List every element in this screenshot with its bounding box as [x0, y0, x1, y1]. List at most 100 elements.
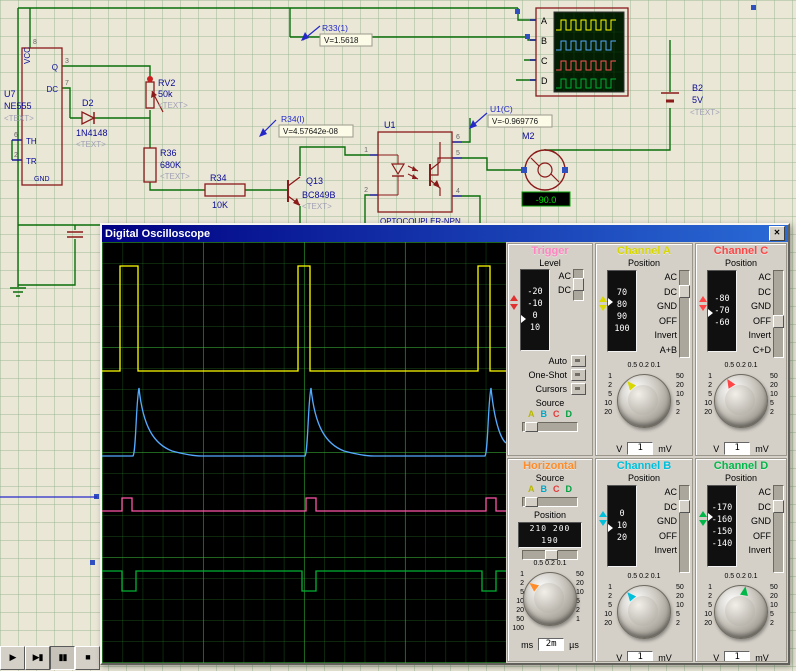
horizontal-position-slider[interactable]	[522, 550, 578, 560]
arrow-up-icon[interactable]	[599, 511, 607, 517]
auto-button[interactable]	[571, 355, 586, 367]
channel-c-scale-display: 1	[724, 442, 750, 455]
channel-d-coupling-slider[interactable]	[773, 485, 784, 573]
scope-controls: Trigger Level -20 -10 0 10 AC DC	[506, 242, 788, 663]
unit-right-label: mV	[658, 444, 672, 454]
capacitor[interactable]	[67, 232, 83, 237]
probe-r33-label: R33(1)	[322, 23, 348, 33]
timebase-knob[interactable]	[523, 572, 577, 626]
trigger-coupling-slider[interactable]	[573, 269, 584, 301]
component-U7[interactable]: VCC Q DC TH TR GND 8 3 7 6 2 U7 NE555 <T…	[4, 39, 69, 185]
channel-d-coupling-options: AC DC GND OFF Invert	[748, 485, 771, 558]
knob-pointer-icon	[624, 379, 636, 391]
stop-button[interactable]: ■	[75, 646, 100, 670]
arrow-up-icon[interactable]	[699, 296, 707, 302]
channel-c-coupling-slider[interactable]	[773, 270, 784, 358]
component-D2[interactable]: D2 1N4148 <TEXT>	[70, 98, 108, 149]
position-arrows[interactable]	[698, 296, 707, 311]
play-button[interactable]: ▶	[0, 646, 25, 670]
channel-b-coupling-slider[interactable]	[679, 485, 690, 573]
arrow-down-icon[interactable]	[699, 520, 707, 526]
arrow-up-icon[interactable]	[599, 296, 607, 302]
channel-b-gain-knob[interactable]	[617, 585, 671, 639]
u7-pin-tr: TR	[26, 157, 37, 166]
component-RV2[interactable]: RV2 50k <TEXT>	[146, 76, 188, 112]
channel-b-title: Channel B	[596, 459, 692, 473]
component-U1[interactable]: U1 OPTOCOUPLER-NPN 1 2 6 5 4	[364, 120, 461, 226]
unit-left-label: V	[713, 444, 719, 454]
window-titlebar[interactable]: Digital Oscilloscope ✕	[102, 225, 788, 242]
position-arrows[interactable]	[598, 511, 607, 526]
level-arrows[interactable]	[510, 295, 518, 310]
close-button[interactable]: ✕	[769, 226, 785, 241]
channel-d-position-slider[interactable]: -170 -160 -150 -140	[707, 485, 737, 567]
knob-scale-right: 50 20 10 5 2	[770, 583, 783, 628]
rv2-text: <TEXT>	[158, 101, 188, 110]
u1-pin2-number: 2	[364, 187, 368, 194]
knob-scale-right: 50 20 10 5 2	[770, 372, 783, 417]
position-arrows[interactable]	[698, 511, 707, 526]
channel-d-gain-knob[interactable]	[714, 585, 768, 639]
trigger-source-slider[interactable]	[522, 422, 578, 432]
probe-U1C[interactable]: U1(C) V=-0.969776	[469, 104, 552, 129]
cursors-button[interactable]	[571, 383, 586, 395]
channel-d-title: Channel D	[696, 459, 786, 473]
b2-value: 5V	[692, 95, 703, 105]
channel-a-position-slider[interactable]: 70 80 90 100	[607, 270, 637, 352]
arrow-up-icon[interactable]	[699, 511, 707, 517]
horizontal-panel: Horizontal Source A B C D Position 210 2…	[507, 458, 593, 662]
component-R34[interactable]: R34 10K	[205, 173, 245, 210]
knob-scale-top: 0.5 0.2 0.1	[696, 362, 786, 369]
pin-stubs	[12, 20, 536, 196]
rv2-value: 50k	[158, 89, 173, 99]
channel-c-position-slider[interactable]: -80 -70 -60	[707, 270, 737, 352]
knob-pointer-icon	[724, 377, 736, 389]
trigger-edge-icon[interactable]	[588, 273, 590, 301]
source-b-label: B	[541, 484, 548, 495]
step-button[interactable]: ▶▮	[25, 646, 50, 670]
channel-a-coupling-slider[interactable]	[679, 270, 690, 358]
knob-scale-left: 1 2 5 10 20	[699, 583, 712, 628]
r36-value: 680K	[160, 160, 181, 170]
oneshot-button[interactable]	[571, 369, 586, 381]
position-label: Position	[696, 473, 786, 484]
arrow-down-icon[interactable]	[699, 305, 707, 311]
channel-a-position-values: 70 80 90 100	[608, 287, 636, 335]
source-d-label: D	[566, 409, 573, 420]
pause-button[interactable]: ▮▮	[50, 646, 75, 670]
probe-R34[interactable]: R34(I) V=4.57642e-08	[259, 114, 353, 137]
horizontal-source-slider[interactable]	[522, 497, 578, 507]
component-oscilloscope[interactable]: A B C D	[536, 8, 628, 96]
knob-scale-right: 50 20 10 5 2 1	[576, 570, 589, 624]
position-label: Position	[696, 258, 786, 269]
probe-R33[interactable]: R33(1) V=1.5618	[301, 23, 372, 46]
scope-input-b: B	[541, 36, 547, 46]
arrow-down-icon[interactable]	[599, 305, 607, 311]
arrow-up-icon[interactable]	[510, 295, 518, 301]
horizontal-position-values: 210 200 190	[518, 522, 582, 548]
channel-c-coupling-options: AC DC GND OFF Invert C+D	[748, 270, 771, 357]
channel-c-gain-knob[interactable]	[714, 374, 768, 428]
scope-screen	[102, 242, 506, 663]
channel-b-panel: Channel B Position 0 10 20 AC DC GND OFF	[595, 458, 693, 662]
channel-a-title: Channel A	[596, 244, 692, 258]
u1-pin1-number: 1	[364, 147, 368, 154]
component-Q13[interactable]: Q13 BC849B <TEXT>	[288, 176, 336, 211]
arrow-down-icon[interactable]	[599, 520, 607, 526]
channel-a-gain-knob[interactable]	[617, 374, 671, 428]
trigger-level-slider[interactable]: -20 -10 0 10	[520, 269, 550, 351]
unit-right-label: mV	[755, 444, 769, 454]
waveform-traces	[102, 242, 506, 663]
component-R36[interactable]: R36 680K <TEXT>	[144, 148, 190, 182]
cursors-label: Cursors	[535, 384, 567, 394]
level-label: Level	[508, 258, 592, 269]
trigger-source-letters: A B C D	[508, 409, 592, 420]
channel-b-scale-display: 1	[627, 651, 653, 662]
channel-d-panel: Channel D Position -170 -160 -150 -140 A…	[695, 458, 787, 662]
component-M2[interactable]: M2 -90.0	[521, 131, 570, 206]
knob-pointer-icon	[624, 590, 636, 602]
channel-b-position-slider[interactable]: 0 10 20	[607, 485, 637, 567]
u7-pin-vcc: VCC	[23, 47, 32, 64]
arrow-down-icon[interactable]	[510, 304, 518, 310]
position-arrows[interactable]	[598, 296, 607, 311]
